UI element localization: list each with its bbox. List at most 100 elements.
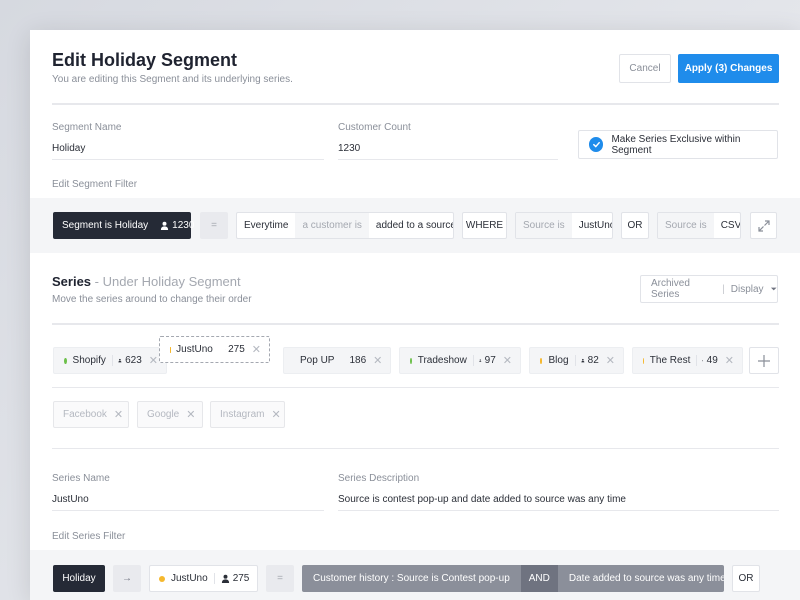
segment-chip-label: Segment is Holiday <box>62 220 149 231</box>
edit-segment-panel: Edit Holiday Segment You are editing thi… <box>30 30 800 600</box>
source-justuno-value: JustUno <box>578 220 613 231</box>
series-chip-blog[interactable]: Blog 82 ✕ <box>529 347 624 374</box>
checkmark-icon <box>589 137 604 152</box>
series-chip-label: Tradeshow <box>417 355 467 366</box>
add-series-button[interactable] <box>749 347 779 374</box>
source-csv-chip[interactable]: Source is CSV <box>657 212 741 239</box>
or-operator[interactable]: OR <box>732 565 760 592</box>
series-chip-label: JustUno <box>176 344 213 355</box>
everytime-token: Everytime <box>244 220 289 231</box>
series-chip-count: 82 <box>587 355 599 366</box>
close-icon[interactable]: ✕ <box>725 354 734 367</box>
status-dot <box>410 357 412 364</box>
person-icon <box>581 358 585 363</box>
person-icon <box>221 574 229 583</box>
source-csv-value: CSV <box>720 220 741 231</box>
archived-series-label: Archived Series <box>651 278 690 300</box>
series-name-underline <box>52 510 324 511</box>
series-filter-label: Edit Series Filter <box>52 531 126 542</box>
archived-series-dropdown[interactable]: Archived Series | Display <box>640 275 778 303</box>
series-chip-label: Shopify <box>72 355 106 366</box>
series-filter-bar: Holiday → JustUno 275 = Customer history… <box>30 550 800 600</box>
segment-chip[interactable]: Segment is Holiday 1230 <box>53 212 195 239</box>
close-icon[interactable]: ✕ <box>252 343 261 356</box>
archived-chip-label: Google <box>147 409 180 420</box>
apply-changes-button[interactable]: Apply (3) Changes <box>678 54 779 83</box>
series-description-label: Series Description <box>338 473 420 484</box>
close-icon[interactable]: ✕ <box>503 354 512 367</box>
series-chip-count: 97 <box>484 355 496 366</box>
series-condition-chip[interactable]: Customer history : Source is Contest pop… <box>302 565 724 592</box>
and-operator: AND <box>520 565 558 592</box>
person-icon <box>702 360 704 362</box>
page-subtitle: You are editing this Segment and its und… <box>52 74 293 85</box>
date-added-condition: Date added to source was any time <box>568 573 724 584</box>
series-chip-justuno[interactable]: JustUno 275 ✕ <box>159 336 270 363</box>
series-name-label: Series Name <box>52 473 110 484</box>
series-description-input[interactable]: Source is contest pop-up and date added … <box>338 494 626 505</box>
segment-chip-count: 1230 <box>172 220 195 231</box>
segment-filter-label: Edit Segment Filter <box>52 179 138 190</box>
segment-name-input[interactable]: Holiday <box>52 143 85 154</box>
series-title-sub: - Under Holiday Segment <box>94 274 241 289</box>
justuno-chip-label: JustUno <box>171 573 208 584</box>
page-title: Edit Holiday Segment <box>52 50 238 70</box>
status-dot <box>159 575 165 582</box>
holiday-chip[interactable]: Holiday <box>53 565 105 592</box>
archived-chip-label: Facebook <box>63 409 107 420</box>
series-title: Series - Under Holiday Segment <box>52 274 241 289</box>
expand-icon[interactable] <box>750 212 777 239</box>
source-is-token: Source is <box>516 213 572 238</box>
series-chip-shopify[interactable]: Shopify 623 ✕ <box>53 347 167 374</box>
equals-operator: = <box>266 565 294 592</box>
segment-name-label: Segment Name <box>52 122 122 133</box>
archived-chip-facebook[interactable]: Facebook ✕ <box>53 401 129 428</box>
series-divider <box>52 323 779 325</box>
where-operator[interactable]: WHERE <box>462 212 507 239</box>
archived-chip-label: Instagram <box>220 409 265 420</box>
close-icon[interactable]: ✕ <box>373 354 382 367</box>
justuno-chip[interactable]: JustUno 275 <box>149 565 258 592</box>
close-icon[interactable]: ✕ <box>114 408 123 421</box>
series-chip-count: 49 <box>706 355 718 366</box>
status-dot <box>540 357 543 364</box>
event-condition-chip[interactable]: Everytime a customer is added to a sourc… <box>236 212 454 239</box>
series-chip-count: 186 <box>349 355 367 366</box>
series-chip-popup[interactable]: Pop UP 186 ✕ <box>283 347 391 374</box>
a-customer-is-token: a customer is <box>295 213 369 238</box>
series-row-divider <box>52 387 779 388</box>
or-operator[interactable]: OR <box>621 212 649 239</box>
person-icon <box>118 358 122 363</box>
archived-chip-google[interactable]: Google ✕ <box>137 401 203 428</box>
close-icon[interactable]: ✕ <box>149 354 158 367</box>
close-icon[interactable]: ✕ <box>271 408 280 421</box>
person-icon <box>479 359 482 362</box>
exclusive-checkbox[interactable]: Make Series Exclusive within Segment <box>578 130 778 159</box>
source-justuno-chip[interactable]: Source is JustUno <box>515 212 613 239</box>
series-title-main: Series <box>52 274 92 289</box>
segment-filter-bar: Segment is Holiday 1230 = Everytime a cu… <box>30 198 800 253</box>
series-chip-tradeshow[interactable]: Tradeshow 97 ✕ <box>399 347 521 374</box>
header-divider <box>52 103 779 105</box>
series-chip-label: Blog <box>548 355 569 366</box>
person-icon <box>161 221 169 230</box>
history-condition: Customer history : Source is Contest pop… <box>313 573 510 584</box>
justuno-chip-count: 275 <box>232 573 250 584</box>
archived-row-divider <box>52 448 779 449</box>
exclusive-label: Make Series Exclusive within Segment <box>611 133 741 156</box>
status-dot <box>643 357 644 364</box>
series-description-underline <box>338 510 779 511</box>
status-dot <box>64 357 67 364</box>
series-name-input[interactable]: JustUno <box>52 494 89 505</box>
archived-chip-instagram[interactable]: Instagram ✕ <box>210 401 285 428</box>
series-chip-count: 275 <box>228 344 245 355</box>
close-icon[interactable]: ✕ <box>606 354 615 367</box>
display-label: Display <box>730 283 764 295</box>
customer-count-underline <box>338 159 558 160</box>
series-chip-the-rest[interactable]: The Rest 49 ✕ <box>632 347 743 374</box>
equals-operator: = <box>200 212 228 239</box>
segment-name-underline <box>52 159 324 160</box>
cancel-button[interactable]: Cancel <box>619 54 671 83</box>
close-icon[interactable]: ✕ <box>186 408 195 421</box>
customer-count-value: 1230 <box>338 143 361 154</box>
